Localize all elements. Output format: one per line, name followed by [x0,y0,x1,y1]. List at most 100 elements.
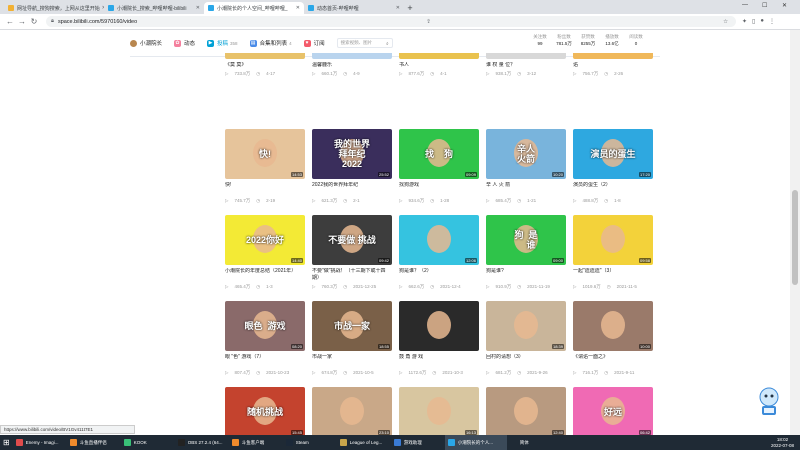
ime-indicator[interactable]: 简体 [517,435,532,450]
nav-collection[interactable]: ▤ 合集和列表 4 [249,39,292,47]
video-title[interactable]: 谁 权 量 位？ [486,62,566,69]
taskbar-app-5[interactable]: 斗鱼客户端 [229,435,283,450]
video-thumbnail[interactable]: 我的世界 拜年纪 2022 25:52 [312,129,392,179]
video-card[interactable]: 温馨鹿乐 ▷ 660.1万 ◷ 4-9 [312,53,392,77]
share-icon[interactable]: ⇪ [426,19,431,25]
taskbar-app-2[interactable]: 斗鱼直播伴侣 [67,435,121,450]
video-card[interactable]: 23:10回村的请想（2）▷735.6万◷2021-8-7 [312,387,392,435]
tab-search[interactable]: 小潮院长_搜索_哔哩哔哩-bilibili ✕ [104,2,204,14]
video-thumbnail[interactable]: 10:00 [573,301,653,351]
video-title[interactable]: 2022我的世界拜年纪 [312,182,392,196]
video-thumbnail[interactable] [486,53,566,59]
video-title[interactable]: 书人 [399,62,479,69]
close-window-button[interactable]: ✕ [782,2,787,9]
stat-1[interactable]: 粉丝数 781.5万 [552,33,576,47]
video-thumbnail[interactable]: 辛人 火箭 10:20 [486,129,566,179]
video-title[interactable]: 回村的请想（3） [486,354,566,368]
taskbar-app-3[interactable]: KOOK [121,435,175,450]
video-card[interactable]: 12:06 狗是谁？（2） ▷ 662.6万 ◷ 2021-12-4 [399,215,479,290]
video-card[interactable]: 18:39 回村的请想（3） ▷ 681.2万 ◷ 2021-9-26 [486,301,566,376]
video-thumbnail[interactable]: 16:13 [399,387,479,435]
taskbar-app-9[interactable]: 小潮院长的个人... [444,435,507,450]
video-title[interactable]: 狗是谁? [486,268,566,282]
video-thumbnail[interactable]: 市战一家 18:55 [312,301,392,351]
video-card[interactable]: 10:00 《谓谄一面之》 ▷ 716.1万 ◷ 2021-9-11 [573,301,653,376]
system-clock[interactable]: 18:02 2022-07-08 [765,437,800,449]
nav-video[interactable]: ▶ 投稿 358 [207,39,238,47]
address-bar[interactable]: 🔒︎ space.bilibili.com/5970160/video ⇪ ☆ [46,16,736,27]
bookmark-star-icon[interactable]: ☆ [723,19,728,25]
video-card[interactable]: 16:13回村的请想（1）▷965.0万◷2021-8-1 [399,387,479,435]
nav-dynamic[interactable]: ✿ 动态 [174,39,195,47]
video-card[interactable]: 不要做 挑战 09:42 不要"做"挑战！（十三期下或十四期） ▷ 760.3万 ◷ 202… [312,215,392,290]
video-card[interactable]: 12:40谁 权 量 位？▷879.3万◷2021-7-31 [486,387,566,435]
video-thumbnail[interactable] [312,53,392,59]
video-card[interactable]: 找 狗 09:09 找狗游戏 ▷ 934.6万 ◷ 1-28 [399,129,479,204]
video-title[interactable]: 鼓 角 游 戏 [399,354,479,368]
search-icon[interactable]: ⌕ [386,41,389,46]
user-home-link[interactable]: 小潮院长 [130,39,162,47]
taskbar-app-8[interactable]: 游戏助理 [391,435,445,450]
video-card[interactable]: 快! 14:53 快! ▷ 745.7万 ◷ 2-19 [225,129,305,204]
video-title[interactable]: 快! [225,182,305,196]
video-thumbnail[interactable]: 23:10 [312,387,392,435]
back-icon[interactable]: ← [4,16,16,28]
forward-icon[interactable]: → [16,16,28,28]
minimize-button[interactable]: — [742,2,748,8]
video-card[interactable]: 辛人 火箭 10:20 辛 人 火 箭 ▷ 685.4万 ◷ 1-21 [486,129,566,204]
video-thumbnail[interactable]: 不要做 挑战 09:42 [312,215,392,265]
maximize-button[interactable]: ☐ [762,2,767,9]
stat-3[interactable]: 播放数 13.6亿 [600,33,624,47]
video-title[interactable]: 市战一家 [312,354,392,368]
space-search-input[interactable]: 搜索视频、图片 ⌕ [336,38,393,48]
video-card[interactable]: 《莫 莫》 ▷ 733.8万 ◷ 4-17 [225,53,305,77]
video-title[interactable]: 演员的蛋生（2） [573,182,653,196]
video-card[interactable]: 好远06:42火炬舒▷828.7万◷2021-7-30 [573,387,653,435]
video-thumbnail[interactable] [399,53,479,59]
close-tab-icon[interactable]: ✕ [194,5,200,11]
menu-icon[interactable]: ⋮ [769,18,775,25]
video-card[interactable]: 狗 是 谁 09:00 狗是谁? ▷ 910.9万 ◷ 2021-11-19 [486,215,566,290]
video-thumbnail[interactable]: 眼色 游戏 08:20 [225,301,305,351]
video-thumbnail[interactable] [573,53,653,59]
video-title[interactable]: 一起"遗遗遗"（3） [573,268,653,282]
video-thumbnail[interactable]: 找 狗 09:09 [399,129,479,179]
tab-space[interactable]: 小潮院长的个人空间_哔哩哔哩_ ✕ [204,2,304,14]
video-thumbnail[interactable]: 09:58 [573,215,653,265]
mascot-float-icon[interactable] [758,385,780,417]
close-tab-icon[interactable]: ✕ [394,5,400,11]
taskbar-app-6[interactable]: Steam [283,435,337,450]
video-title[interactable]: 小潮院长的年度总结（2021年） [225,268,305,282]
video-thumbnail[interactable]: 好远 06:42 [573,387,653,435]
video-card[interactable]: 鼓 角 游 戏 ▷ 1172.6万 ◷ 2021-10-3 [399,301,479,376]
stat-0[interactable]: 关注数 99 [528,33,552,47]
video-title[interactable]: 找狗游戏 [399,182,479,196]
video-card[interactable]: 09:58 一起"遗遗遗"（3） ▷ 1019.6万 ◷ 2021-11-5 [573,215,653,290]
stat-4[interactable]: 阅读数 0 [624,33,648,47]
video-title[interactable]: 狗是谁？（2） [399,268,479,282]
new-tab-button[interactable]: + [404,2,416,14]
taskbar-app-7[interactable]: League of Leg... [337,435,391,450]
video-title[interactable]: 谄 [573,62,653,69]
video-thumbnail[interactable]: 12:06 [399,215,479,265]
video-thumbnail[interactable] [399,301,479,351]
taskbar-app-1[interactable]: Enemy - Imagi... [13,435,67,450]
reload-icon[interactable]: ↻ [28,16,40,28]
video-thumbnail[interactable]: 快! 14:53 [225,129,305,179]
video-card[interactable]: 2022你好 14:40 小潮院长的年度总结（2021年） ▷ 465.4万 ◷ 1-3 [225,215,305,290]
stat-2[interactable]: 获赞数 8255万 [576,33,600,47]
close-tab-icon[interactable]: ✕ [294,5,300,11]
tab-dynamic[interactable]: 动态首页-哔哩哔哩 ✕ [304,2,404,14]
video-card[interactable]: 谄 ▷ 756.7万 ◷ 2-26 [573,53,653,77]
video-card[interactable]: 我的世界 拜年纪 2022 25:52 2022我的世界拜年纪 ▷ 621.3万 ◷ 2-1 [312,129,392,204]
video-thumbnail[interactable] [225,53,305,59]
start-button[interactable]: ⊞ [0,435,13,450]
video-thumbnail[interactable]: 随机挑战 15:45 [225,387,305,435]
video-thumbnail[interactable]: 2022你好 14:40 [225,215,305,265]
video-card[interactable]: 眼色 游戏 08:20 眼 "色" 游戏（7） ▷ 807.4万 ◷ 2021-10-23 [225,301,305,376]
scroll-thumb[interactable] [792,190,798,285]
video-title[interactable]: 不要"做"挑战！（十三期下或十四期） [312,268,392,282]
video-title[interactable]: 辛 人 火 箭 [486,182,566,196]
video-title[interactable]: 《莫 莫》 [225,62,305,69]
sidebar-icon[interactable]: ▯ [752,18,755,25]
